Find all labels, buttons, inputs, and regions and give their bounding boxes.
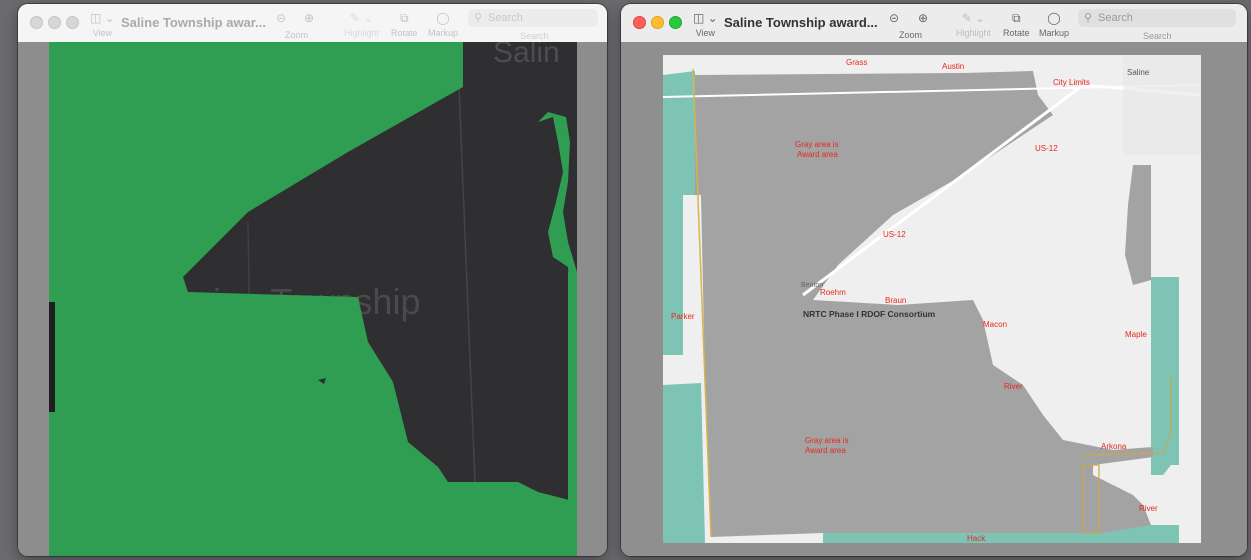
zoom-out-button[interactable]: ⊝ — [276, 10, 286, 26]
search-icon: ⚲ — [474, 12, 483, 24]
markup-button[interactable]: ◯ Markup — [1039, 10, 1069, 39]
zoom-in-button[interactable]: ⊕ — [304, 10, 314, 26]
document-content: Salin ine Township — [18, 42, 607, 556]
sidebar-icon: ◫ ⌄ — [693, 11, 718, 25]
label-saline: Saline — [1127, 68, 1150, 77]
label-river-north: River — [1004, 382, 1023, 391]
label-braun: Braun — [885, 296, 906, 305]
gray-parcel — [933, 375, 943, 387]
label-gray-area-1a: Gray area is — [795, 140, 839, 149]
label-gray-area-2b: Award area — [805, 446, 846, 455]
rotate-icon: ⧉ — [399, 11, 409, 25]
teal-area-east — [1151, 277, 1179, 475]
markup-icon: ◯ — [1047, 11, 1061, 25]
rotate-button[interactable]: ⧉ Rotate — [391, 10, 418, 39]
map-page: Grass Austin Saline City Limits Gray are… — [663, 55, 1201, 543]
rotate-button[interactable]: ⧉ Rotate — [1003, 10, 1030, 39]
fullscreen-button[interactable] — [669, 16, 682, 29]
zoom-label: Zoom — [285, 30, 309, 40]
pen-icon: ✎ ⌄ — [961, 11, 986, 25]
toolbar: ◫ ⌄ View Saline Township awar... ⊝ ⊕ Zoo… — [18, 4, 607, 43]
minimize-button[interactable] — [48, 16, 61, 29]
search-label: Search — [520, 31, 549, 41]
zoom-in-button[interactable]: ⊕ — [918, 10, 928, 26]
label-parker: Parker — [671, 312, 695, 321]
window-controls — [633, 16, 689, 29]
label-hack: Hack — [967, 534, 986, 543]
green-edge — [568, 272, 577, 556]
label-gray-area-2a: Gray area is — [805, 436, 849, 445]
label-gray-area-1b: Award area — [797, 150, 838, 159]
window-title: Saline Township award... — [724, 15, 878, 30]
label-us12-east: US-12 — [1035, 144, 1058, 153]
close-button[interactable] — [633, 16, 646, 29]
zoomed-map: Salin ine Township — [18, 42, 607, 556]
search-input[interactable]: ⚲ Search — [1078, 9, 1236, 27]
label-arkona: Arkona — [1101, 442, 1127, 451]
markup-button[interactable]: ◯ Markup — [428, 10, 458, 39]
fullscreen-button[interactable] — [66, 16, 79, 29]
label-macon: Macon — [983, 320, 1007, 329]
zoom-out-button[interactable]: ⊝ — [889, 10, 899, 26]
window-controls — [30, 16, 86, 29]
search-icon: ⚲ — [1084, 12, 1093, 24]
zoom-out-icon: ⊝ — [276, 11, 287, 25]
label-austin: Austin — [942, 62, 964, 71]
minimize-button[interactable] — [651, 16, 664, 29]
label-roehm: Roehm — [820, 288, 846, 297]
label-grass: Grass — [846, 58, 867, 67]
markup-icon: ◯ — [436, 11, 450, 25]
search-label: Search — [1143, 31, 1172, 41]
highlight-button[interactable]: ✎ ⌄ Highlight — [956, 10, 991, 39]
preview-window-zoomed: ◫ ⌄ View Saline Township awar... ⊝ ⊕ Zoo… — [18, 4, 607, 556]
toolbar: ◫ ⌄ View Saline Township award... ⊝ ⊕ Zo… — [621, 4, 1247, 43]
rotate-icon: ⧉ — [1011, 11, 1021, 25]
search-input[interactable]: ⚲ Search — [468, 9, 598, 27]
dark-edge — [49, 302, 55, 412]
pen-icon: ✎ ⌄ — [349, 11, 374, 25]
zoom-in-icon: ⊕ — [918, 11, 929, 25]
document-content: Grass Austin Saline City Limits Gray are… — [621, 42, 1247, 556]
zoom-in-icon: ⊕ — [304, 11, 315, 25]
close-button[interactable] — [30, 16, 43, 29]
label-maple: Maple — [1125, 330, 1147, 339]
teal-area-southwest — [663, 383, 705, 543]
sidebar-icon: ◫ ⌄ — [90, 11, 115, 25]
highlight-button[interactable]: ✎ ⌄ Highlight — [344, 10, 379, 39]
zoom-out-icon: ⊝ — [889, 11, 900, 25]
label-river-south: River — [1139, 504, 1158, 513]
view-menu-button[interactable]: ◫ ⌄ View — [90, 10, 115, 39]
view-menu-button[interactable]: ◫ ⌄ View — [693, 10, 718, 39]
window-title: Saline Township awar... — [121, 15, 266, 30]
label-consortium: NRTC Phase I RDOF Consortium — [803, 309, 936, 319]
zoom-label: Zoom — [899, 30, 923, 40]
label-us12-west: US-12 — [883, 230, 906, 239]
award-area-map: Grass Austin Saline City Limits Gray are… — [663, 55, 1201, 543]
town-label: Salin — [493, 42, 560, 69]
label-city-limits: City Limits — [1053, 78, 1090, 87]
preview-window-full: ◫ ⌄ View Saline Township award... ⊝ ⊕ Zo… — [621, 4, 1247, 556]
desktop: { "windows": [ { "id": "left", "title": … — [0, 0, 1251, 560]
